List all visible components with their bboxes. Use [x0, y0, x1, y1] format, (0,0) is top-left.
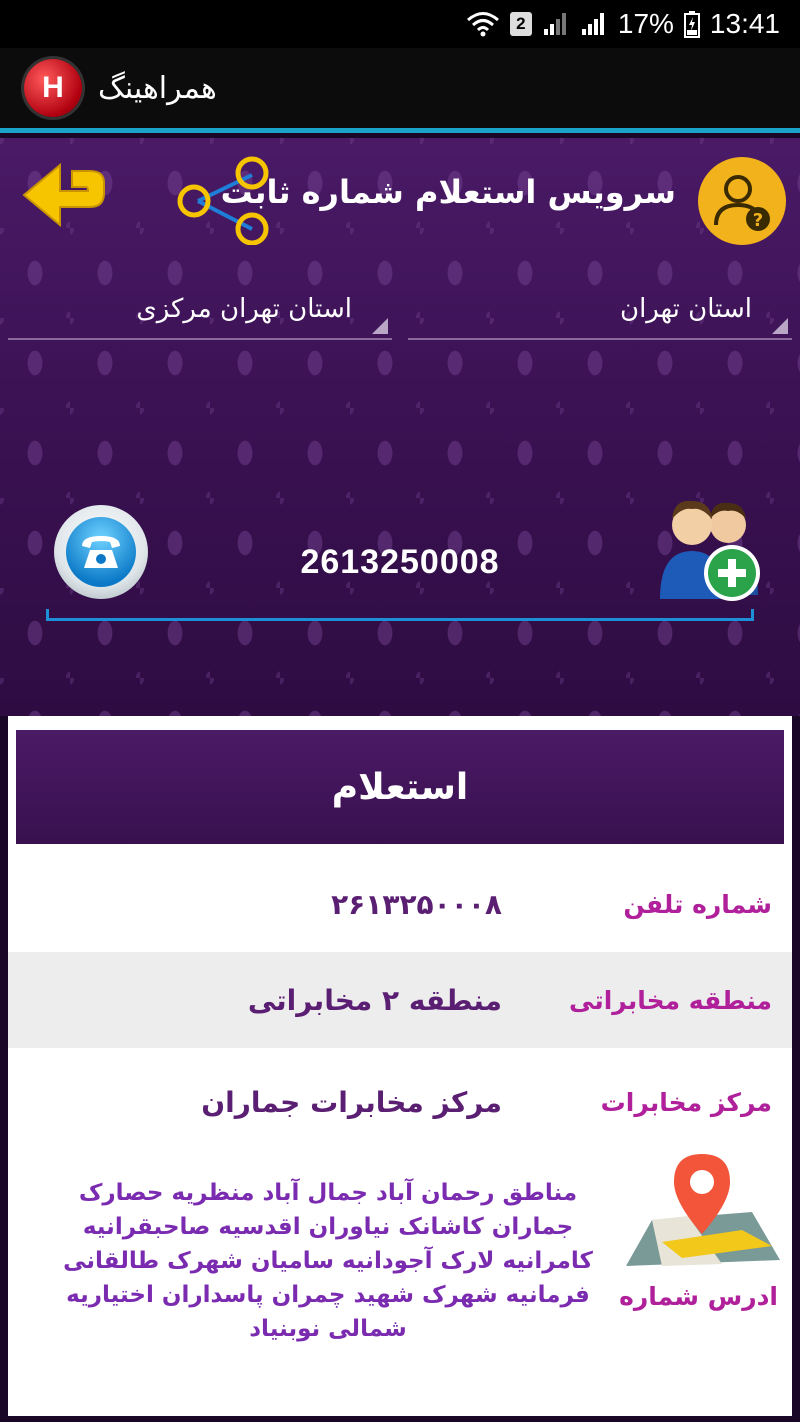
clock: 13:41	[709, 8, 780, 39]
province-dropdown[interactable]: استان تهران	[408, 280, 792, 340]
dropdown-arrow-icon	[772, 318, 788, 334]
result-card: استعلام شماره تلفن ۲۶۱۳۲۵۰۰۰۸ منطقه مخاب…	[8, 716, 792, 1416]
app-title: همراهینگ	[98, 70, 217, 106]
address-label: ادرس شماره	[619, 1282, 778, 1311]
address-row: مناطق رحمان آباد جمال آباد منظریه حصارک …	[8, 1154, 792, 1362]
info-label: منطقه مخابراتی	[569, 985, 772, 1015]
info-row-phone: شماره تلفن ۲۶۱۳۲۵۰۰۰۸	[8, 856, 792, 952]
sim-slot-badge: 2	[509, 12, 532, 36]
add-contact-button[interactable]	[640, 495, 770, 605]
help-button[interactable]: ?	[698, 157, 786, 245]
info-value: مرکز مخابرات جماران	[201, 1085, 502, 1119]
back-button[interactable]	[20, 159, 114, 239]
battery-percent: 17%	[617, 8, 674, 39]
result-header: استعلام	[16, 730, 784, 844]
region-dropdown[interactable]: استان تهران مرکزی	[8, 280, 392, 340]
province-dropdown-value: استان تهران	[619, 294, 752, 324]
back-arrow-icon	[22, 162, 105, 228]
app-logo-letter: H	[42, 71, 64, 104]
app-logo: H	[24, 59, 82, 117]
dropdown-arrow-icon	[372, 318, 388, 334]
user-help-icon: ?	[714, 175, 770, 231]
header-row: سرویس استعلام شماره ثابت ?	[0, 145, 800, 246]
info-row-region: منطقه مخابراتی منطقه ۲ مخابراتی	[8, 952, 792, 1048]
telephone-icon	[82, 536, 120, 568]
page-title: سرویس استعلام شماره ثابت	[220, 173, 676, 211]
call-button-inner	[66, 517, 136, 587]
svg-text:?: ?	[753, 210, 763, 231]
phone-input-row: 2613250008	[0, 495, 800, 625]
signal-icon-2	[580, 11, 608, 37]
info-label: مرکز مخابرات	[600, 1087, 772, 1117]
info-value: ۲۶۱۳۲۵۰۰۰۸	[331, 887, 502, 921]
info-row-center: مرکز مخابرات مرکز مخابرات جماران	[8, 1054, 792, 1150]
signal-icon-1	[542, 11, 570, 37]
phone-number-input[interactable]: 2613250008	[200, 543, 600, 582]
wifi-icon	[466, 11, 500, 37]
call-button[interactable]	[54, 505, 148, 599]
map-pin-icon[interactable]	[622, 1150, 782, 1282]
region-dropdown-value: استان تهران مرکزی	[136, 294, 352, 324]
info-label: شماره تلفن	[623, 889, 772, 919]
address-text: مناطق رحمان آباد جمال آباد منظریه حصارک …	[63, 1180, 593, 1342]
input-underline	[46, 609, 754, 621]
add-contact-icon	[660, 500, 760, 601]
battery-icon	[683, 10, 700, 38]
app-bar: H همراهینگ	[0, 48, 800, 133]
status-bar: 2 17% 13:41	[0, 0, 800, 48]
info-value: منطقه ۲ مخابراتی	[247, 983, 502, 1017]
